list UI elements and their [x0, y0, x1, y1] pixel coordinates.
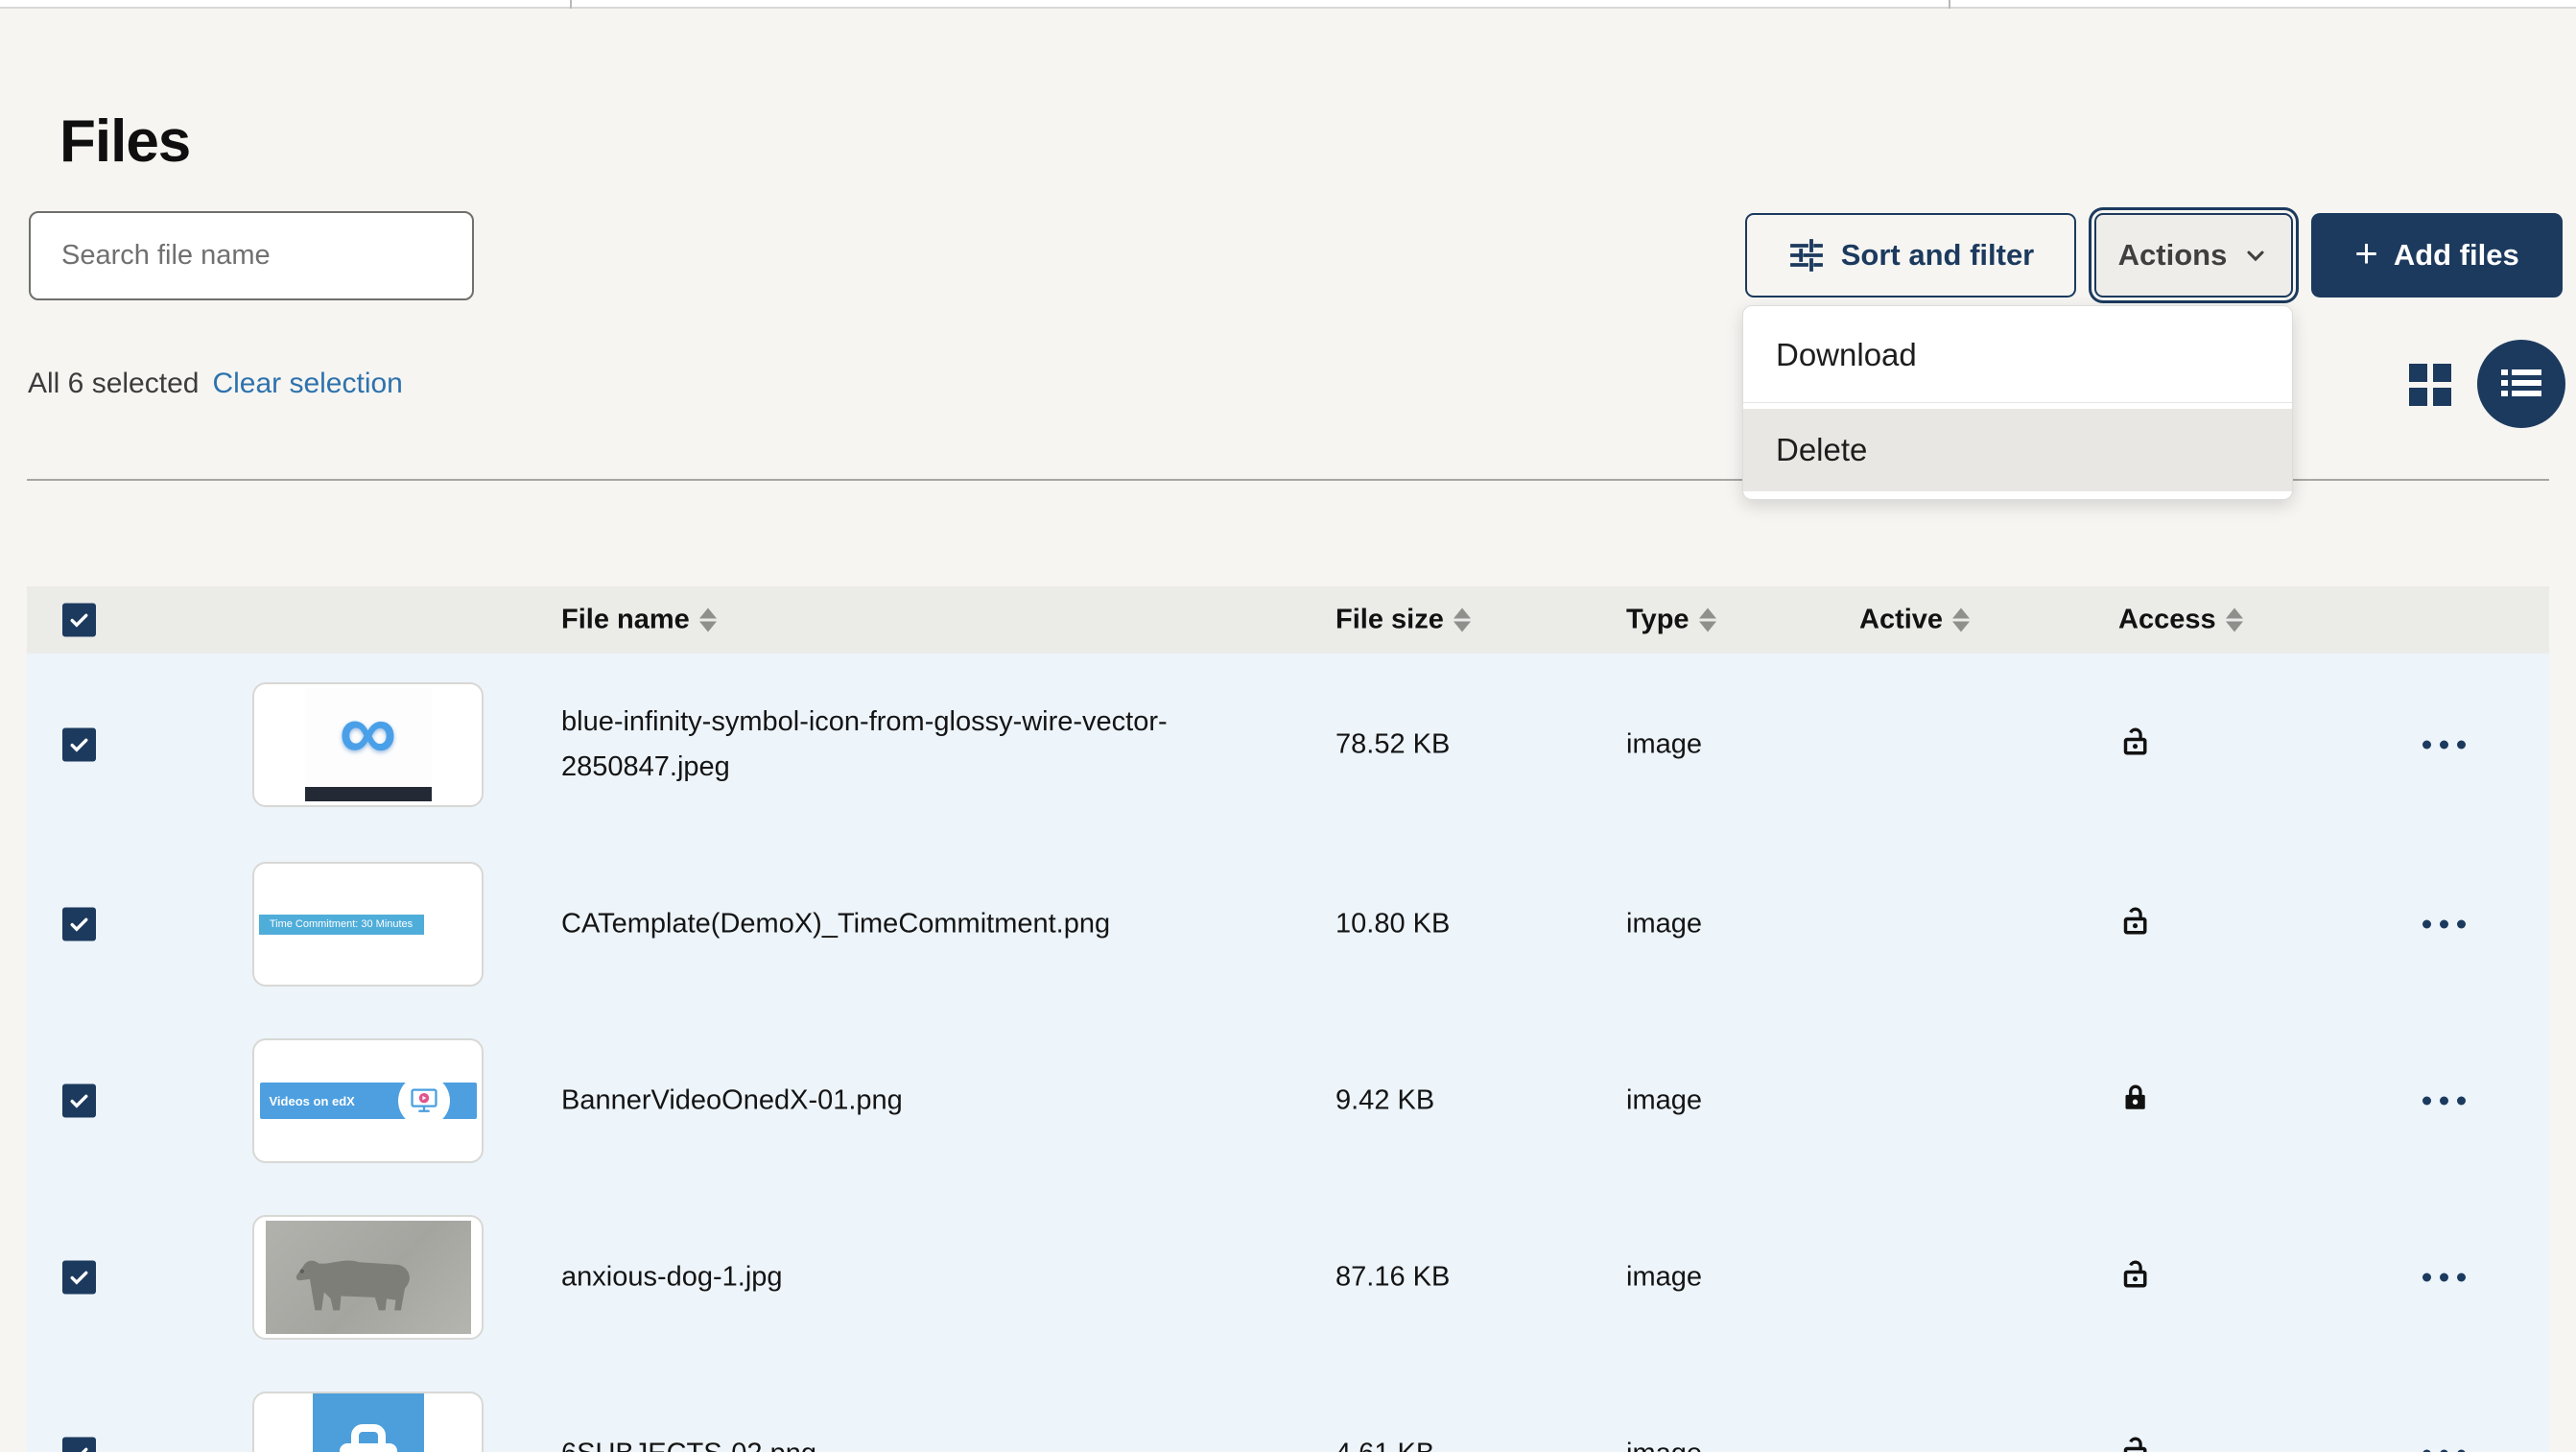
add-files-label: Add files: [2394, 238, 2519, 273]
row-checkbox[interactable]: [62, 728, 96, 762]
column-header-file-name[interactable]: File name: [561, 605, 717, 636]
selection-bar: All 6 selected Clear selection: [28, 368, 403, 400]
column-header-active[interactable]: Active: [1859, 605, 1970, 636]
file-name: 6SUBJECTS-02.png: [561, 1432, 816, 1452]
time-commitment-banner: Time Commitment: 30 Minutes: [259, 915, 424, 935]
select-all-checkbox-cell: [62, 604, 96, 637]
sort-and-filter-button[interactable]: Sort and filter: [1745, 213, 2076, 298]
list-view-icon: [2499, 367, 2543, 401]
list-view-button[interactable]: [2477, 340, 2565, 428]
browser-top-strip: [0, 0, 2576, 9]
watermark-strip: [305, 787, 432, 801]
search-input[interactable]: [29, 211, 474, 300]
file-thumbnail: [252, 1392, 484, 1452]
briefcase-icon: [330, 1420, 407, 1452]
row-checkbox[interactable]: [62, 1084, 96, 1118]
sort-icon: [699, 608, 717, 632]
menu-item-delete[interactable]: Delete: [1743, 409, 2292, 491]
file-size: 87.16 KB: [1335, 1262, 1450, 1294]
file-thumbnail: Time Commitment: 30 Minutes: [252, 862, 484, 987]
file-thumbnail: ∞: [252, 682, 484, 807]
sort-icon: [2226, 608, 2243, 632]
lock-open-icon: [2118, 724, 2153, 766]
row-checkbox[interactable]: [62, 908, 96, 941]
videos-banner: Videos on edX: [260, 1083, 477, 1119]
lock-open-icon: [2118, 1256, 2153, 1298]
file-size: 78.52 KB: [1335, 729, 1450, 761]
file-name: blue-infinity-symbol-icon-from-glossy-wi…: [561, 700, 1329, 790]
grid-view-button[interactable]: [2407, 362, 2453, 408]
table-row: anxious-dog-1.jpg 87.16 KB image: [27, 1189, 2549, 1366]
table-header: File name File size Type Active Access: [27, 586, 2549, 654]
file-thumbnail: Videos on edX: [252, 1038, 484, 1163]
check-icon: [67, 608, 91, 632]
select-all-checkbox[interactable]: [62, 604, 96, 637]
infinity-thumbnail-image: ∞: [305, 688, 432, 801]
add-files-button[interactable]: + Add files: [2311, 213, 2563, 298]
sort-icon: [1699, 608, 1716, 632]
actions-label: Actions: [2118, 238, 2228, 273]
more-actions-icon: [2422, 741, 2466, 750]
tune-icon: [1787, 236, 1826, 274]
file-type: image: [1626, 1262, 1702, 1294]
file-type: image: [1626, 1085, 1702, 1117]
actions-button[interactable]: Actions: [2094, 213, 2293, 298]
row-checkbox[interactable]: [62, 1438, 96, 1452]
file-type: image: [1626, 909, 1702, 940]
more-actions-icon: [2422, 1273, 2466, 1282]
row-actions-button[interactable]: [2413, 731, 2475, 759]
file-size: 9.42 KB: [1335, 1085, 1434, 1117]
table-row: ∞ blue-infinity-symbol-icon-from-glossy-…: [27, 654, 2549, 836]
check-icon: [67, 913, 91, 937]
file-size: 4.61 KB: [1335, 1439, 1434, 1452]
briefcase-thumbnail: [313, 1392, 424, 1452]
row-checkbox[interactable]: [62, 1261, 96, 1295]
row-actions-button[interactable]: [2413, 1087, 2475, 1115]
check-icon: [67, 1442, 91, 1452]
file-name: BannerVideoOnedX-01.png: [561, 1079, 903, 1124]
row-actions-button[interactable]: [2413, 911, 2475, 939]
file-type: image: [1626, 729, 1702, 761]
top-strip-divider: [1949, 0, 1950, 9]
file-thumbnail: [252, 1215, 484, 1340]
table-row: Videos on edX BannerVideoOnedX-01.png 9.…: [27, 1012, 2549, 1189]
actions-dropdown-menu: Download Delete: [1742, 305, 2293, 500]
row-actions-button[interactable]: [2413, 1264, 2475, 1292]
menu-item-download[interactable]: Download: [1743, 314, 2292, 396]
selection-status: All 6 selected: [28, 368, 199, 400]
table-row: 6SUBJECTS-02.png 4.61 KB image: [27, 1366, 2549, 1452]
more-actions-icon: [2422, 1097, 2466, 1106]
dog-silhouette: [287, 1232, 450, 1323]
top-strip-divider: [570, 0, 572, 9]
grid-view-icon: [2407, 362, 2453, 408]
more-actions-icon: [2422, 920, 2466, 929]
column-header-type[interactable]: Type: [1626, 605, 1716, 636]
files-page: Files Sort and filter Actions + Add file…: [0, 0, 2576, 1452]
check-icon: [67, 1266, 91, 1290]
check-icon: [67, 1089, 91, 1113]
lock-closed-icon: [2118, 1080, 2153, 1122]
table-row: Time Commitment: 30 Minutes CATemplate(D…: [27, 836, 2549, 1012]
lock-open-icon: [2118, 903, 2153, 945]
file-name: CATemplate(DemoX)_TimeCommitment.png: [561, 902, 1110, 947]
sort-and-filter-label: Sort and filter: [1841, 238, 2035, 273]
file-type: image: [1626, 1439, 1702, 1452]
clear-selection-link[interactable]: Clear selection: [212, 368, 402, 400]
row-actions-button[interactable]: [2413, 1440, 2475, 1452]
infinity-symbol: ∞: [340, 691, 397, 772]
file-name: anxious-dog-1.jpg: [561, 1255, 783, 1300]
chevron-down-icon: [2242, 242, 2269, 269]
file-size: 10.80 KB: [1335, 909, 1450, 940]
column-header-file-size[interactable]: File size: [1335, 605, 1471, 636]
video-monitor-icon: [398, 1075, 450, 1127]
column-header-access[interactable]: Access: [2118, 605, 2243, 636]
menu-divider: [1743, 402, 2292, 403]
check-icon: [67, 733, 91, 757]
page-title: Files: [59, 107, 190, 176]
sort-icon: [1952, 608, 1970, 632]
sort-icon: [1453, 608, 1471, 632]
lock-open-icon: [2118, 1433, 2153, 1452]
dog-photo-thumbnail: [266, 1221, 471, 1334]
